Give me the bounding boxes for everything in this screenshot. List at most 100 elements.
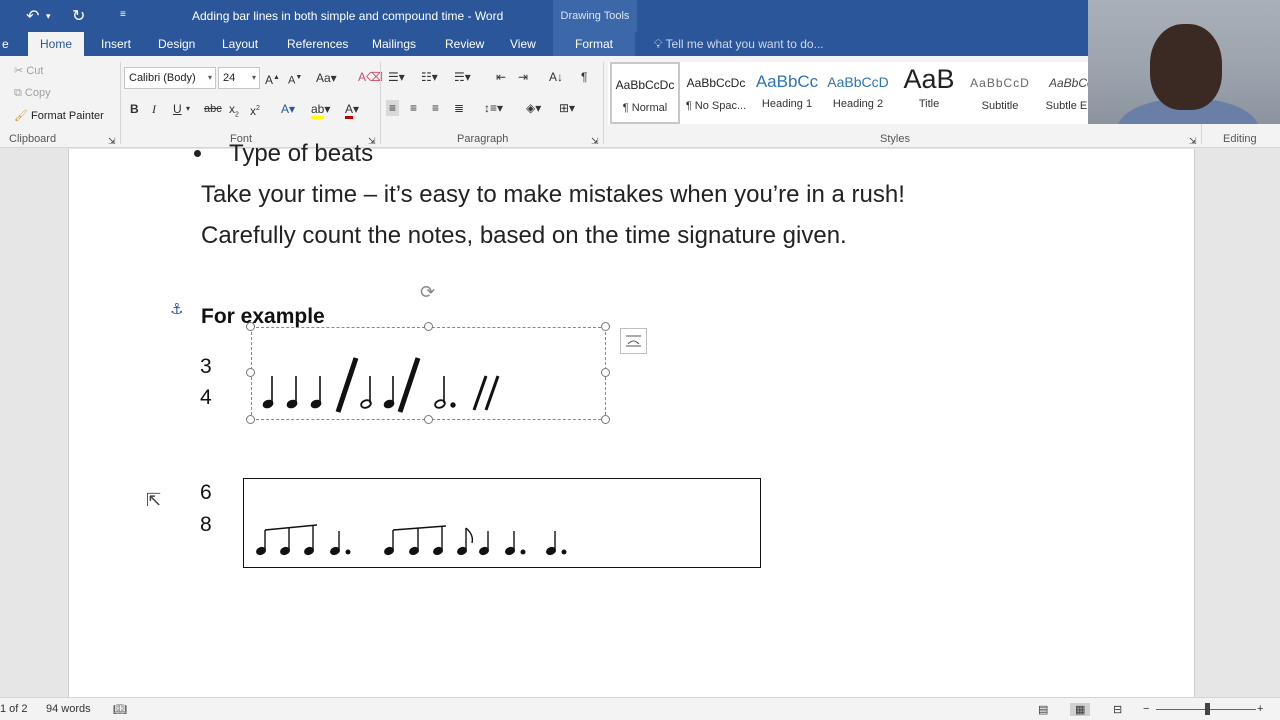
resize-handle[interactable]	[601, 322, 610, 331]
multilevel-list-icon[interactable]: ☴▾	[454, 69, 471, 85]
window-title: Adding bar lines in both simple and comp…	[192, 9, 504, 23]
web-layout-icon[interactable]: ⊟	[1113, 703, 1122, 716]
time-signature-bottom-2: 8	[200, 513, 212, 536]
presenter-head	[1150, 24, 1222, 110]
music-notation-1	[262, 357, 500, 413]
divider	[380, 62, 381, 144]
highlight-icon[interactable]: ab▾	[311, 101, 330, 119]
numbering-icon[interactable]: ☷▾	[421, 69, 438, 85]
resize-handle[interactable]	[246, 322, 255, 331]
undo-dropdown-icon[interactable]: ▾	[46, 11, 51, 22]
style-title[interactable]: AaB Title	[894, 62, 964, 124]
tab-view[interactable]: View	[508, 32, 538, 56]
format-painter-button[interactable]: 🖌︎ Format Painter	[14, 109, 104, 122]
tab-review[interactable]: Review	[443, 32, 486, 56]
layout-options-icon	[626, 335, 641, 347]
show-formatting-icon[interactable]: ¶	[581, 69, 587, 85]
mouse-cursor-icon: ⇱	[146, 490, 162, 510]
tab-design[interactable]: Design	[156, 32, 197, 56]
lightbulb-icon: 💡︎	[654, 37, 666, 51]
bold-icon[interactable]: B	[130, 101, 139, 117]
resize-handle[interactable]	[424, 415, 433, 424]
tab-layout[interactable]: Layout	[220, 32, 260, 56]
chevron-down-icon[interactable]: ▾	[186, 101, 190, 117]
scissors-icon: ✂	[14, 65, 27, 77]
example-1-shape[interactable]	[251, 327, 606, 420]
shading-icon[interactable]: ◈▾	[526, 100, 541, 116]
sort-icon[interactable]: A↓	[549, 69, 563, 85]
paintbrush-icon: 🖌︎	[14, 110, 32, 122]
zoom-slider-thumb[interactable]	[1205, 703, 1210, 715]
tab-file[interactable]: e	[0, 32, 11, 56]
example-2-shape[interactable]	[243, 478, 761, 568]
styles-launcher-icon[interactable]: ⇲	[1189, 133, 1197, 149]
font-size-select[interactable]: 24 ▾	[218, 67, 260, 89]
tab-mailings[interactable]: Mailings	[370, 32, 418, 56]
rotate-handle-icon[interactable]: ⟳	[420, 282, 435, 303]
borders-icon[interactable]: ⊞▾	[559, 100, 575, 116]
style-no-spacing[interactable]: AaBbCcDc ¶ No Spac...	[681, 62, 751, 124]
clipboard-group-label: Clipboard	[9, 133, 57, 145]
paragraph-group-label: Paragraph	[457, 133, 509, 145]
time-signature-bottom-1: 4	[200, 386, 212, 409]
drawing-tools-label: Drawing Tools	[553, 0, 637, 32]
paragraph-launcher-icon[interactable]: ⇲	[591, 133, 599, 149]
divider	[603, 62, 604, 144]
undo-icon[interactable]: ↶	[26, 6, 39, 26]
bullets-icon[interactable]: ☰▾	[388, 69, 405, 85]
zoom-out-icon[interactable]: −	[1143, 703, 1149, 715]
grow-font-icon[interactable]: A▲	[265, 70, 280, 88]
resize-handle[interactable]	[601, 368, 610, 377]
resize-handle[interactable]	[424, 322, 433, 331]
tab-format[interactable]: Format	[553, 32, 636, 56]
italic-icon[interactable]: I	[152, 101, 156, 117]
music-notation-2	[256, 524, 567, 556]
word-count[interactable]: 94 words	[46, 703, 91, 715]
zoom-in-icon[interactable]: +	[1257, 703, 1263, 715]
strikethrough-icon[interactable]: abc	[204, 101, 222, 117]
layout-options-button[interactable]	[620, 328, 647, 354]
tab-home[interactable]: Home	[28, 32, 85, 56]
body-line-1: Take your time – it’s easy to make mista…	[201, 181, 905, 208]
customize-quick-access-icon[interactable]: ≡	[120, 9, 126, 20]
resize-handle[interactable]	[246, 368, 255, 377]
copy-button[interactable]: ⧉ Copy	[14, 87, 51, 100]
resize-handle[interactable]	[601, 415, 610, 424]
tab-insert[interactable]: Insert	[99, 32, 133, 56]
repeat-icon[interactable]: ↻	[72, 6, 85, 26]
divider	[120, 62, 121, 144]
time-signature-top-2: 6	[200, 481, 212, 504]
editing-group-label: Editing	[1223, 133, 1257, 145]
text-effects-icon[interactable]: A▾	[281, 101, 295, 117]
shrink-font-icon[interactable]: A▼	[288, 70, 302, 89]
justify-icon[interactable]: ≣	[454, 100, 464, 116]
decrease-indent-icon[interactable]: ⇤	[496, 69, 506, 85]
body-line-2: Carefully count the notes, based on the …	[201, 222, 847, 249]
style-subtitle[interactable]: AaBbCcD Subtitle	[965, 62, 1035, 124]
align-left-icon[interactable]: ≡	[386, 100, 400, 116]
chevron-down-icon: ▾	[207, 73, 212, 82]
change-case-icon[interactable]: Aa▾	[316, 70, 337, 86]
chevron-down-icon: ▾	[251, 73, 256, 82]
font-family-select[interactable]: Calibri (Body) ▾	[124, 67, 216, 89]
subscript-icon[interactable]: x2	[229, 101, 239, 123]
proofing-icon[interactable]: 📖︎	[113, 703, 127, 716]
tell-me-search[interactable]: 💡︎ Tell me what you want to do...	[654, 32, 824, 56]
style-heading-2[interactable]: AaBbCcD Heading 2	[823, 62, 893, 124]
resize-handle[interactable]	[246, 415, 255, 424]
increase-indent-icon[interactable]: ⇥	[518, 69, 528, 85]
line-spacing-icon[interactable]: ↕≡▾	[484, 100, 503, 116]
style-heading-1[interactable]: AaBbCc Heading 1	[752, 62, 822, 124]
clipboard-launcher-icon[interactable]: ⇲	[108, 133, 116, 149]
read-mode-icon[interactable]: ▤	[1038, 703, 1048, 716]
superscript-icon[interactable]: x2	[250, 101, 260, 119]
tab-references[interactable]: References	[285, 32, 350, 56]
style-normal[interactable]: AaBbCcDc ¶ Normal	[610, 62, 680, 124]
font-color-icon[interactable]: A▾	[345, 101, 359, 119]
align-right-icon[interactable]: ≡	[432, 100, 439, 116]
underline-icon[interactable]: U	[173, 101, 182, 117]
print-layout-icon[interactable]: ▦	[1070, 703, 1091, 716]
cut-button[interactable]: ✂ Cut	[14, 64, 43, 77]
page-count[interactable]: 1 of 2	[0, 703, 28, 715]
align-center-icon[interactable]: ≡	[410, 100, 417, 116]
